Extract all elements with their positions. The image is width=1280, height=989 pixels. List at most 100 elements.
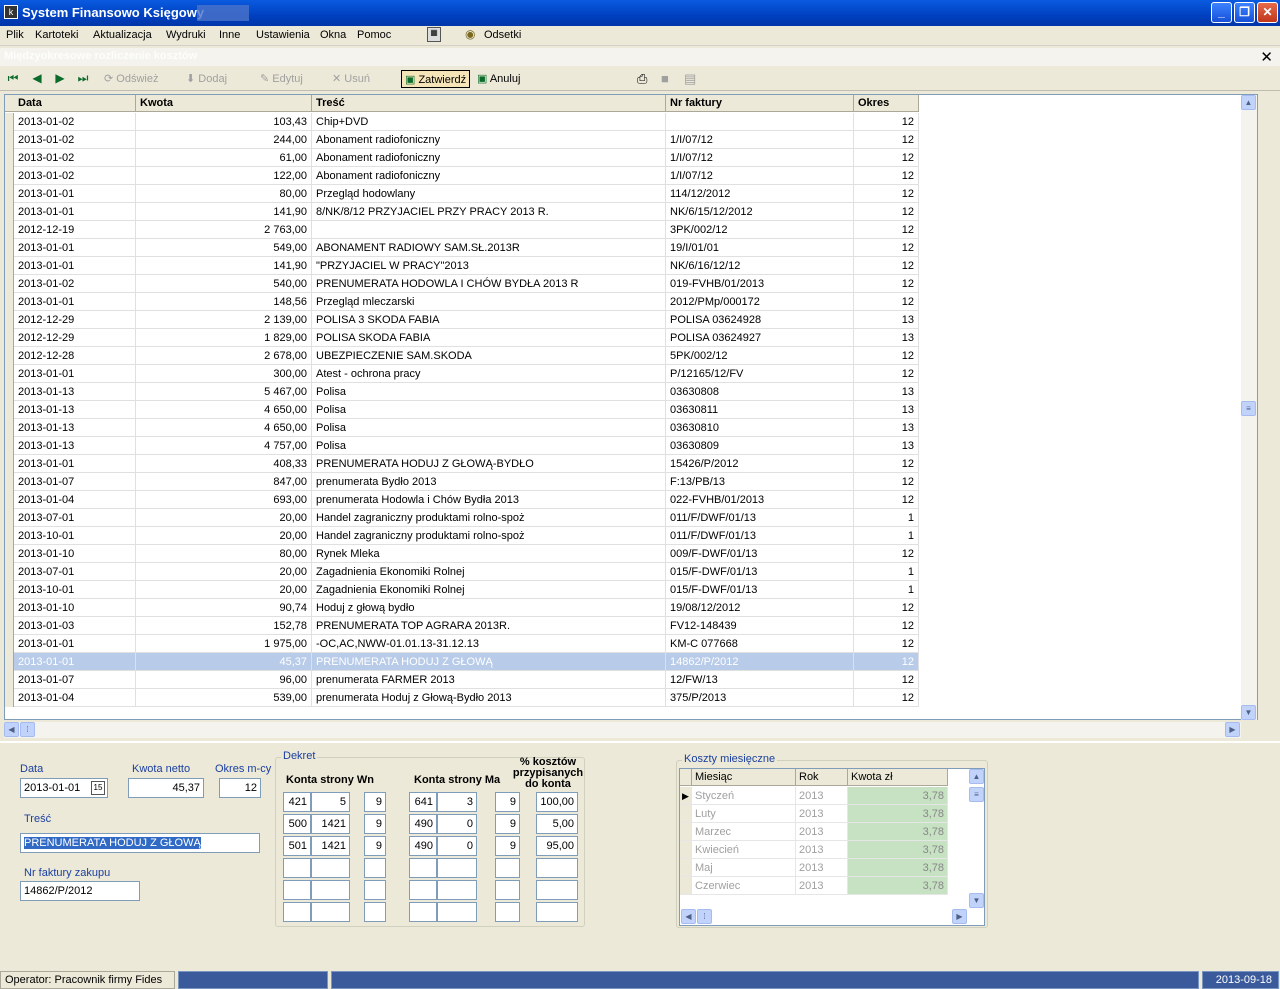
row-nr-faktury[interactable]: 015/F-DWF/01/13: [666, 563, 854, 581]
row-nr-faktury[interactable]: 3PK/002/12: [666, 221, 854, 239]
row-indicator[interactable]: [5, 257, 14, 275]
row-nr-faktury[interactable]: NK/6/16/12/12: [666, 257, 854, 275]
row-data[interactable]: 2013-01-01: [14, 455, 136, 473]
row-data[interactable]: 2013-01-01: [14, 239, 136, 257]
koszty-col-miesiac[interactable]: Miesiąc: [692, 769, 796, 786]
koszty-hscroll-thumb[interactable]: ⁞: [697, 909, 712, 924]
row-data[interactable]: 2013-01-07: [14, 473, 136, 491]
row-nr-faktury[interactable]: 19/I/01/01: [666, 239, 854, 257]
row-nr-faktury[interactable]: 015/F-DWF/01/13: [666, 581, 854, 599]
row-data[interactable]: 2013-01-02: [14, 113, 136, 131]
row-nr-faktury[interactable]: 03630809: [666, 437, 854, 455]
row-data[interactable]: 2012-12-19: [14, 221, 136, 239]
koszty-miesiac[interactable]: Czerwiec: [692, 877, 796, 895]
ma-account-input[interactable]: 490: [409, 836, 437, 856]
koszty-rok[interactable]: 2013: [796, 787, 848, 805]
row-nr-faktury[interactable]: [666, 113, 854, 131]
row-kwota[interactable]: 20,00: [136, 581, 312, 599]
wn-digit-input[interactable]: [364, 880, 386, 900]
row-okres[interactable]: 13: [854, 437, 919, 455]
table-row[interactable]: 2013-01-13 5 467,00 Polisa 03630808 13: [5, 383, 919, 401]
row-nr-faktury[interactable]: 022-FVHB/01/2013: [666, 491, 854, 509]
menu-wydruki[interactable]: Wydruki: [166, 29, 206, 41]
row-tresc[interactable]: Przegląd mleczarski: [312, 293, 666, 311]
row-indicator[interactable]: [680, 841, 692, 859]
ma-sub-input[interactable]: 0: [437, 836, 477, 856]
row-tresc[interactable]: prenumerata Hoduj z Głową-Bydło 2013: [312, 689, 666, 707]
row-tresc[interactable]: Handel zagraniczny produktami rolno-spoż: [312, 527, 666, 545]
row-tresc[interactable]: Abonament radiofoniczny: [312, 131, 666, 149]
row-kwota[interactable]: 96,00: [136, 671, 312, 689]
row-tresc[interactable]: Przegląd hodowlany: [312, 185, 666, 203]
row-okres[interactable]: 12: [854, 455, 919, 473]
row-okres[interactable]: 12: [854, 221, 919, 239]
grid-horizontal-scrollbar[interactable]: ◀ ⁞ ▶: [4, 722, 1241, 738]
row-indicator[interactable]: [5, 149, 14, 167]
row-kwota[interactable]: 540,00: [136, 275, 312, 293]
ma-digit-input[interactable]: 9: [495, 792, 520, 812]
row-nr-faktury[interactable]: P/12165/12/FV: [666, 365, 854, 383]
row-nr-faktury[interactable]: 011/F/DWF/01/13: [666, 527, 854, 545]
table-row[interactable]: 2013-01-04 693,00 prenumerata Hodowla i Ch…: [5, 491, 919, 509]
wn-digit-input[interactable]: 9: [364, 814, 386, 834]
koszty-col-rok[interactable]: Rok: [796, 769, 848, 786]
row-indicator[interactable]: [680, 877, 692, 895]
row-kwota[interactable]: 152,78: [136, 617, 312, 635]
wn-sub-input[interactable]: 1421: [311, 836, 350, 856]
row-tresc[interactable]: Zagadnienia Ekonomiki Rolnej: [312, 563, 666, 581]
row-indicator[interactable]: [5, 329, 14, 347]
confirm-button[interactable]: ▣ Zatwierdź: [401, 70, 471, 88]
table-row[interactable]: 2013-01-01 141,90 "PRZYJACIEL W PRACY"2013…: [5, 257, 919, 275]
row-tresc[interactable]: PRENUMERATA HODUJ Z GŁOWĄ: [312, 653, 666, 671]
row-tresc[interactable]: [312, 221, 666, 239]
hscroll-thumb[interactable]: ⁞: [20, 722, 35, 737]
row-okres[interactable]: 12: [854, 167, 919, 185]
grid-vertical-scrollbar[interactable]: ▲ ≡ ▼: [1241, 95, 1257, 720]
current-row-indicator-icon[interactable]: ▶: [680, 787, 692, 805]
row-okres[interactable]: 12: [854, 203, 919, 221]
row-okres[interactable]: 12: [854, 293, 919, 311]
ma-digit-input[interactable]: [495, 902, 520, 922]
row-indicator[interactable]: [5, 563, 14, 581]
row-okres[interactable]: 13: [854, 383, 919, 401]
edit-button[interactable]: ✎ Edytuj: [260, 70, 303, 88]
ma-account-input[interactable]: [409, 902, 437, 922]
row-kwota[interactable]: 300,00: [136, 365, 312, 383]
app-icon[interactable]: k: [4, 5, 18, 19]
wn-digit-input[interactable]: 9: [364, 836, 386, 856]
row-kwota[interactable]: 2 763,00: [136, 221, 312, 239]
wn-digit-input[interactable]: [364, 858, 386, 878]
row-data[interactable]: 2013-01-02: [14, 167, 136, 185]
row-nr-faktury[interactable]: KM-C 077668: [666, 635, 854, 653]
row-data[interactable]: 2013-01-03: [14, 617, 136, 635]
col-tresc[interactable]: Treść: [312, 95, 666, 112]
row-data[interactable]: 2013-01-01: [14, 203, 136, 221]
row-tresc[interactable]: Chip+DVD: [312, 113, 666, 131]
row-tresc[interactable]: POLISA SKODA FABIA: [312, 329, 666, 347]
row-data[interactable]: 2013-01-02: [14, 275, 136, 293]
table-row[interactable]: 2013-01-10 90,74 Hoduj z głową bydło 19/08/…: [5, 599, 919, 617]
row-kwota[interactable]: 20,00: [136, 509, 312, 527]
row-okres[interactable]: 12: [854, 689, 919, 707]
row-data[interactable]: 2013-01-01: [14, 365, 136, 383]
koszty-miesiac[interactable]: Luty: [692, 805, 796, 823]
row-indicator[interactable]: [5, 311, 14, 329]
row-tresc[interactable]: Handel zagraniczny produktami rolno-spoż: [312, 509, 666, 527]
row-okres[interactable]: 12: [854, 257, 919, 275]
row-okres[interactable]: 12: [854, 491, 919, 509]
table-row[interactable]: 2013-01-07 847,00 prenumerata Bydło 2013 F:…: [5, 473, 919, 491]
table-row[interactable]: 2013-01-02 61,00 Abonament radiofoniczny 1/…: [5, 149, 919, 167]
menu-inne[interactable]: Inne: [219, 29, 240, 41]
table-row[interactable]: 2013-01-01 148,56 Przegląd mleczarski 2012/…: [5, 293, 919, 311]
row-kwota[interactable]: 2 139,00: [136, 311, 312, 329]
menu-pomoc[interactable]: Pomoc: [357, 29, 391, 41]
table-row[interactable]: 2013-07-01 20,00 Handel zagraniczny produk…: [5, 509, 919, 527]
ma-digit-input[interactable]: 9: [495, 814, 520, 834]
last-record-icon[interactable]: ⏭: [76, 71, 90, 85]
row-indicator[interactable]: [5, 401, 14, 419]
row-okres[interactable]: 12: [854, 617, 919, 635]
refresh-button[interactable]: ⟳ Odśwież: [104, 70, 158, 88]
koszty-scroll-thumb[interactable]: ≡: [969, 787, 984, 802]
col-data[interactable]: Data: [14, 95, 136, 112]
row-data[interactable]: 2013-10-01: [14, 527, 136, 545]
